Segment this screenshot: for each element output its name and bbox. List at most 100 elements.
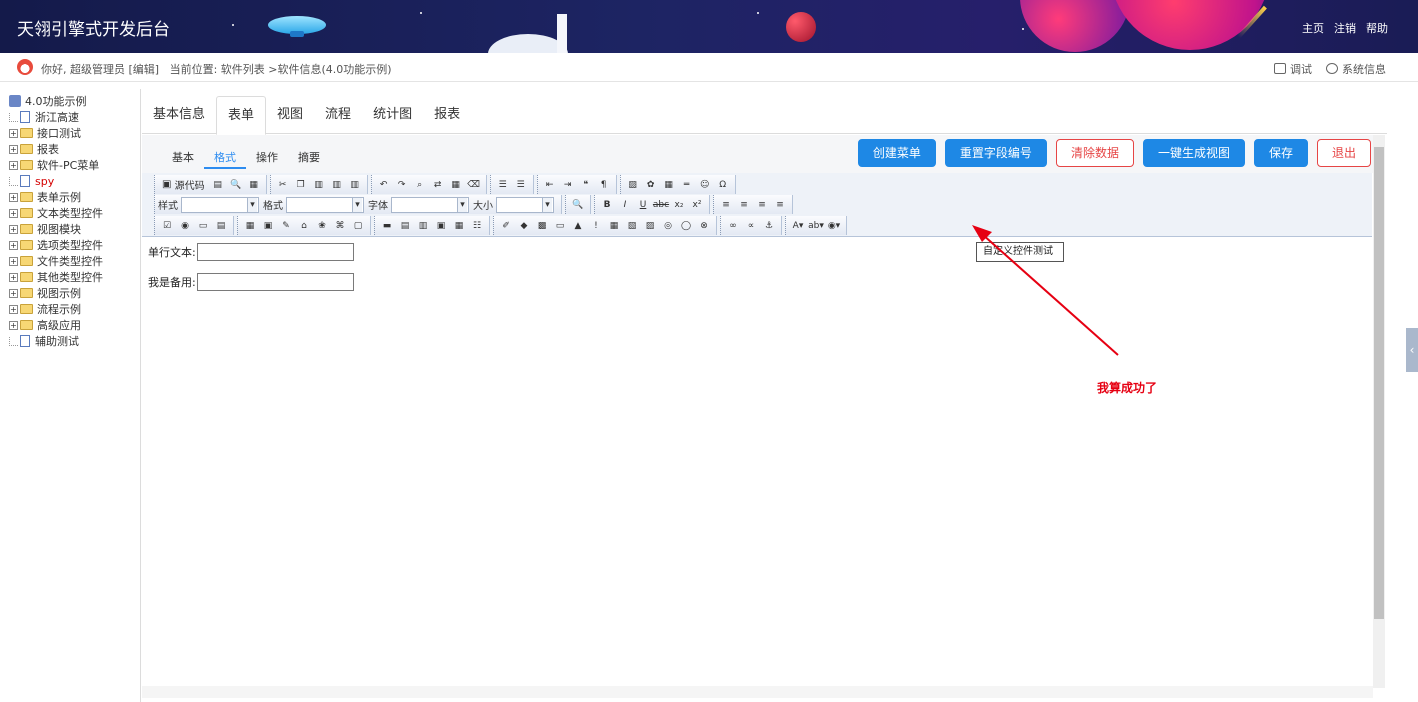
tree-item[interactable]: + 软件-PC菜单 [9, 157, 99, 173]
control-icon[interactable]: ▢ [351, 219, 365, 233]
image-icon[interactable]: ▨ [626, 178, 640, 192]
subtab-basic[interactable]: 基本 [162, 149, 204, 169]
control-icon[interactable]: ▥ [416, 219, 430, 233]
flash-icon[interactable]: ✿ [644, 178, 658, 192]
tab-basic-info[interactable]: 基本信息 [142, 96, 216, 134]
control-icon[interactable]: ▭ [553, 219, 567, 233]
control-icon[interactable]: ▣ [434, 219, 448, 233]
subtab-format[interactable]: 格式 [204, 149, 246, 169]
collapse-toggle-icon[interactable]: ‹ [1406, 328, 1418, 372]
control-icon[interactable]: ◎ [661, 219, 675, 233]
control-icon[interactable]: ✎ [279, 219, 293, 233]
font-select[interactable] [391, 196, 469, 213]
superscript-icon[interactable]: x² [690, 198, 704, 212]
tab-form[interactable]: 表单 [216, 96, 267, 135]
control-icon[interactable]: ◯ [679, 219, 693, 233]
checkbox-icon[interactable]: ☑ [160, 219, 174, 233]
subtab-operation[interactable]: 操作 [246, 149, 288, 169]
style-combo[interactable]: 样式 [158, 196, 259, 213]
div-icon[interactable]: ¶ [597, 178, 611, 192]
hr-icon[interactable]: ═ [680, 178, 694, 192]
smiley-icon[interactable]: ☺ [698, 178, 712, 192]
control-icon[interactable]: ▦ [452, 219, 466, 233]
eraser-icon[interactable]: ⌫ [467, 178, 481, 192]
format-select[interactable] [286, 196, 364, 213]
bullet-list-icon[interactable]: ☰ [514, 178, 528, 192]
vertical-scrollbar[interactable] [1373, 135, 1385, 688]
textfield-icon[interactable]: ▭ [196, 219, 210, 233]
sysinfo-link[interactable]: 系统信息 [1326, 61, 1386, 77]
control-icon[interactable]: ▩ [535, 219, 549, 233]
unlink-icon[interactable]: ∝ [744, 219, 758, 233]
exit-button[interactable]: 退出 [1316, 139, 1371, 167]
greeting-text[interactable]: 你好, 超级管理员 [编辑] [41, 63, 159, 76]
preview-icon[interactable]: 🔍 [229, 178, 243, 192]
tree-item[interactable]: + 文本类型控件 [9, 205, 103, 221]
document-icon[interactable]: ▦ [247, 178, 261, 192]
table-icon[interactable]: ▦ [662, 178, 676, 192]
editor-content[interactable]: 单行文本: 我是备用: [142, 238, 1372, 686]
find-icon[interactable]: ⌕ [413, 178, 427, 192]
special-char-icon[interactable]: Ω [716, 178, 730, 192]
subtab-summary[interactable]: 摘要 [288, 149, 330, 169]
scroll-thumb[interactable] [1374, 147, 1384, 619]
radio-icon[interactable]: ◉ [178, 219, 192, 233]
tree-item[interactable]: + 高级应用 [9, 317, 81, 333]
expand-icon[interactable]: + [9, 128, 18, 138]
expand-icon[interactable]: + [9, 288, 18, 298]
tree-item[interactable]: + 视图示例 [9, 285, 81, 301]
anchor-icon[interactable]: ⚓ [762, 219, 776, 233]
reset-field-number-button[interactable]: 重置字段编号 [944, 139, 1047, 167]
paste-word-icon[interactable]: ▥ [348, 178, 362, 192]
subscript-icon[interactable]: x₂ [672, 198, 686, 212]
debug-link[interactable]: 调试 [1274, 61, 1312, 77]
style-select[interactable] [181, 196, 259, 213]
expand-icon[interactable]: + [9, 192, 18, 202]
tree-item[interactable]: + 其他类型控件 [9, 269, 103, 285]
undo-icon[interactable]: ↶ [377, 178, 391, 192]
tab-view[interactable]: 视图 [266, 96, 314, 134]
size-combo[interactable]: 大小 [473, 196, 554, 213]
control-icon[interactable]: ✐ [499, 219, 513, 233]
horizontal-scrollbar[interactable] [142, 686, 1373, 698]
tree-item[interactable]: + 接口测试 [9, 125, 81, 141]
control-icon[interactable]: ▬ [380, 219, 394, 233]
nav-help-link[interactable]: 帮助 [1366, 20, 1388, 36]
size-select[interactable] [496, 196, 554, 213]
templates-icon[interactable]: ▤ [211, 178, 225, 192]
tree-item[interactable]: + 视图模块 [9, 221, 81, 237]
align-right-icon[interactable]: ≡ [755, 198, 769, 212]
tree-item[interactable]: 辅助测试 [9, 333, 79, 349]
expand-icon[interactable]: + [9, 320, 18, 330]
blockquote-icon[interactable]: ❝ [579, 178, 593, 192]
textarea-icon[interactable]: ▤ [214, 219, 228, 233]
control-icon[interactable]: ⌂ [297, 219, 311, 233]
bg-color-icon[interactable]: ab▾ [808, 219, 824, 233]
outdent-icon[interactable]: ⇤ [543, 178, 557, 192]
create-menu-button[interactable]: 创建菜单 [857, 139, 936, 167]
control-icon[interactable]: ǃ [589, 219, 603, 233]
custom-control-icon[interactable]: ◉▾ [827, 219, 841, 233]
indent-icon[interactable]: ⇥ [561, 178, 575, 192]
format-combo[interactable]: 格式 [263, 196, 364, 213]
tab-flow[interactable]: 流程 [314, 96, 362, 134]
expand-icon[interactable]: + [9, 160, 18, 170]
expand-icon[interactable]: + [9, 224, 18, 234]
italic-icon[interactable]: I [618, 198, 632, 212]
underline-icon[interactable]: U [636, 198, 650, 212]
cut-icon[interactable]: ✂ [276, 178, 290, 192]
text-color-icon[interactable]: A▾ [791, 219, 805, 233]
control-icon[interactable]: ▦ [243, 219, 257, 233]
expand-icon[interactable]: + [9, 272, 18, 282]
control-icon[interactable]: ▧ [625, 219, 639, 233]
strike-icon[interactable]: abc [653, 198, 669, 212]
align-left-icon[interactable]: ≡ [719, 198, 733, 212]
expand-icon[interactable]: + [9, 304, 18, 314]
tree-item[interactable]: 浙江高速 [9, 109, 79, 125]
control-icon[interactable]: ⊗ [697, 219, 711, 233]
date-icon[interactable]: ▣ [261, 219, 275, 233]
bold-icon[interactable]: B [600, 198, 614, 212]
zoom-icon[interactable]: 🔍 [571, 198, 585, 212]
tree-item[interactable]: + 流程示例 [9, 301, 81, 317]
numbered-list-icon[interactable]: ☰ [496, 178, 510, 192]
